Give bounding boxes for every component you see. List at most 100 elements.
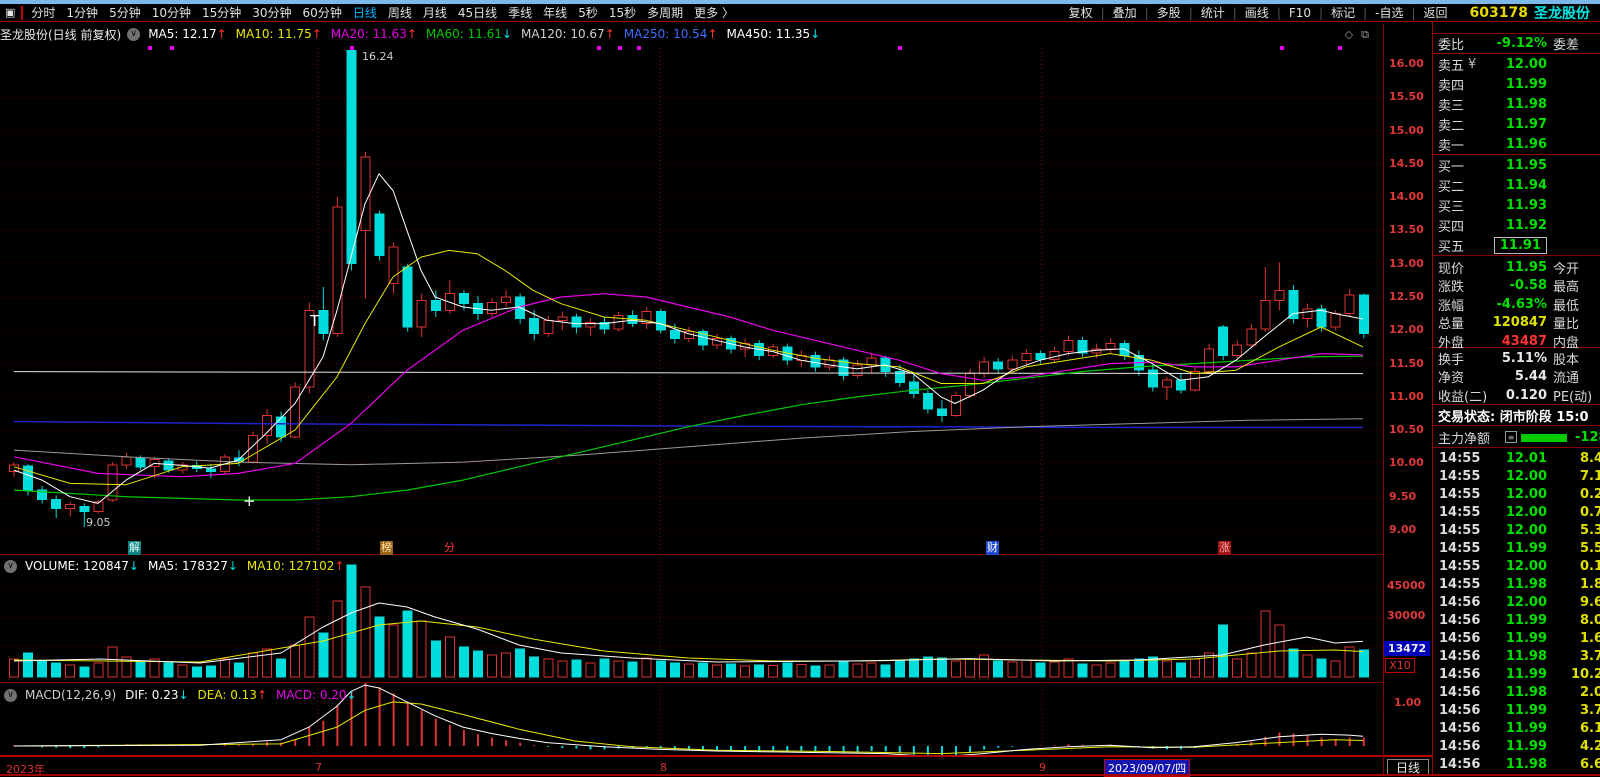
tick-row[interactable]: 14:56 11.98 3.7) bbox=[1433, 649, 1600, 667]
ask-row[interactable]: 卖二 11.97 bbox=[1433, 114, 1600, 134]
main-chart-svg[interactable]: T+16.249.05 bbox=[0, 44, 1383, 554]
tab-period[interactable]: 多周期 bbox=[647, 6, 683, 20]
toolbar-button[interactable]: 返回 bbox=[1416, 6, 1456, 20]
tick-volume: 5.5) bbox=[1555, 541, 1600, 556]
legend-item: MA10: 127102↑ bbox=[247, 559, 345, 573]
toolbar-button[interactable]: 复权 bbox=[1061, 6, 1101, 20]
bid-row[interactable]: 买一 11.95 bbox=[1433, 155, 1600, 175]
tick-row[interactable]: 14:55 11.99 5.5) bbox=[1433, 541, 1600, 559]
chevron-down-icon[interactable]: ∨ bbox=[4, 689, 17, 702]
toolbar-divider bbox=[21, 6, 23, 20]
toolbar-button[interactable]: 多股 bbox=[1149, 6, 1189, 20]
tick-row[interactable]: 14:55 12.00 5.3) bbox=[1433, 523, 1600, 541]
tab-period[interactable]: 1分钟 bbox=[66, 6, 98, 20]
tick-time: 14:56 bbox=[1439, 685, 1480, 700]
tick-time: 14:55 bbox=[1439, 541, 1480, 556]
bid-row[interactable]: 买四 11.92 bbox=[1433, 215, 1600, 235]
tab-period[interactable]: 更多 〉 bbox=[694, 6, 734, 20]
event-marker[interactable]: 解 bbox=[128, 541, 141, 555]
tick-row[interactable]: 14:55 12.00 0.1) bbox=[1433, 559, 1600, 577]
macd-chart[interactable]: ∨ MACD(12,26,9)DIF: 0.23↓DEA: 0.13↑MACD:… bbox=[0, 682, 1383, 755]
tick-price: 12.01 bbox=[1493, 451, 1547, 466]
toolbar-button[interactable]: 叠加 bbox=[1105, 6, 1145, 20]
chart-title: 圣龙股份(日线 前复权) bbox=[0, 26, 121, 43]
legend-item: DEA: 0.13↑ bbox=[198, 688, 267, 702]
volume-chart[interactable]: ∨ VOLUME: 120847↓MA5: 178327↓MA10: 12710… bbox=[0, 554, 1383, 682]
tick-price: 11.99 bbox=[1493, 721, 1547, 736]
legend-item: MA450: 11.35↓ bbox=[727, 27, 821, 41]
tick-row[interactable]: 14:56 11.99 3.7) bbox=[1433, 703, 1600, 721]
level-price: 11.99 bbox=[1506, 77, 1547, 92]
quote-value: 5.44 bbox=[1515, 369, 1547, 384]
toolbar-separator: | bbox=[1101, 6, 1105, 20]
bid-row[interactable]: 买二 11.94 bbox=[1433, 175, 1600, 195]
chevron-down-icon[interactable]: ∨ bbox=[4, 560, 17, 573]
tick-row[interactable]: 14:56 11.99 1.6) bbox=[1433, 631, 1600, 649]
tab-period[interactable]: 年线 bbox=[543, 6, 567, 20]
event-marker[interactable]: 分 bbox=[443, 541, 456, 555]
list-icon[interactable]: ≡ bbox=[1505, 431, 1517, 443]
event-marker[interactable]: 榜 bbox=[380, 541, 393, 555]
restore-window-icon[interactable]: ⧉ bbox=[1361, 28, 1377, 41]
diamond-icon[interactable]: ◇ bbox=[1345, 28, 1361, 41]
event-marker[interactable]: 财 bbox=[986, 541, 999, 555]
tick-row[interactable]: 14:56 11.99 8.0) bbox=[1433, 613, 1600, 631]
tab-period[interactable]: 日线 bbox=[353, 6, 377, 20]
down-arrow-icon: ↓ bbox=[228, 559, 238, 573]
tick-price: 12.00 bbox=[1493, 559, 1547, 574]
tick-row[interactable]: 14:55 12.00 0.7) bbox=[1433, 505, 1600, 523]
tab-period[interactable]: 10分钟 bbox=[152, 6, 191, 20]
candlestick-chart[interactable]: T+16.249.05 bbox=[0, 44, 1383, 554]
tab-period[interactable]: 45日线 bbox=[458, 6, 497, 20]
quote-label: 涨幅 bbox=[1438, 295, 1464, 314]
tab-period[interactable]: 60分钟 bbox=[303, 6, 342, 20]
time-axis[interactable]: 2023年7892023/09/07/四 bbox=[0, 755, 1432, 776]
quote-label-2: PE(动) bbox=[1553, 386, 1592, 405]
window-icon[interactable]: ▣ bbox=[5, 6, 15, 19]
weibi-label: 委比 bbox=[1438, 34, 1464, 53]
tick-row[interactable]: 14:55 12.00 0.2) bbox=[1433, 487, 1600, 505]
toolbar-button[interactable]: 统计 bbox=[1193, 6, 1233, 20]
tab-period[interactable]: 15秒 bbox=[609, 6, 636, 20]
price-axis-label: 12.00 bbox=[1389, 323, 1424, 336]
toolbar-button[interactable]: 标记 bbox=[1323, 6, 1363, 20]
tab-period[interactable]: 分时 bbox=[31, 6, 55, 20]
level-label: 买五 bbox=[1438, 236, 1464, 255]
ask-row[interactable]: 卖三 11.98 bbox=[1433, 94, 1600, 114]
toolbar-separator: | bbox=[1411, 6, 1415, 20]
tab-period[interactable]: 30分钟 bbox=[252, 6, 291, 20]
tick-price: 11.98 bbox=[1493, 685, 1547, 700]
main-force-bar bbox=[1521, 434, 1567, 442]
tick-row[interactable]: 14:56 11.98 6.6) bbox=[1433, 757, 1600, 775]
toolbar-button[interactable]: 画线 bbox=[1237, 6, 1277, 20]
tick-row[interactable]: 14:56 12.00 9.6) bbox=[1433, 595, 1600, 613]
level-label: 买二 bbox=[1438, 176, 1464, 195]
toolbar-button[interactable]: F10 bbox=[1281, 6, 1319, 20]
tick-row[interactable]: 14:56 11.99 10.2) bbox=[1433, 667, 1600, 685]
down-arrow-icon: ↓ bbox=[502, 27, 512, 41]
chevron-down-icon[interactable]: ∨ bbox=[127, 28, 140, 41]
tick-row[interactable]: 14:56 11.98 2.0) bbox=[1433, 685, 1600, 703]
toolbar-button[interactable]: -自选 bbox=[1367, 6, 1411, 20]
tick-row[interactable]: 14:56 11.99 6.1) bbox=[1433, 721, 1600, 739]
tab-period[interactable]: 5分钟 bbox=[109, 6, 141, 20]
tab-period[interactable]: 周线 bbox=[388, 6, 412, 20]
bid-row[interactable]: 买三 11.93 bbox=[1433, 195, 1600, 215]
tick-row[interactable]: 14:55 12.00 7.1) bbox=[1433, 469, 1600, 487]
tab-period[interactable]: 5秒 bbox=[578, 6, 598, 20]
macd-axis-label: 1.00 bbox=[1394, 696, 1421, 709]
price-axis-label: 11.50 bbox=[1389, 357, 1424, 370]
tick-time: 14:56 bbox=[1439, 667, 1480, 682]
tab-period[interactable]: 15分钟 bbox=[202, 6, 241, 20]
tick-row[interactable]: 14:55 12.01 8.4) bbox=[1433, 451, 1600, 469]
low-price-label: 9.05 bbox=[86, 516, 111, 529]
ask-row[interactable]: 卖一 11.96 bbox=[1433, 134, 1600, 154]
bid-row[interactable]: 买五 11.91 bbox=[1433, 235, 1600, 255]
event-marker[interactable]: 涨 bbox=[1218, 541, 1231, 555]
tab-period[interactable]: 月线 bbox=[423, 6, 447, 20]
ask-row[interactable]: 卖四 11.99 bbox=[1433, 74, 1600, 94]
ask-row[interactable]: 卖五 ¥ 12.00 bbox=[1433, 54, 1600, 74]
tab-period[interactable]: 季线 bbox=[508, 6, 532, 20]
tick-row[interactable]: 14:55 11.98 1.8) bbox=[1433, 577, 1600, 595]
tick-row[interactable]: 14:56 11.99 4.2) bbox=[1433, 739, 1600, 757]
